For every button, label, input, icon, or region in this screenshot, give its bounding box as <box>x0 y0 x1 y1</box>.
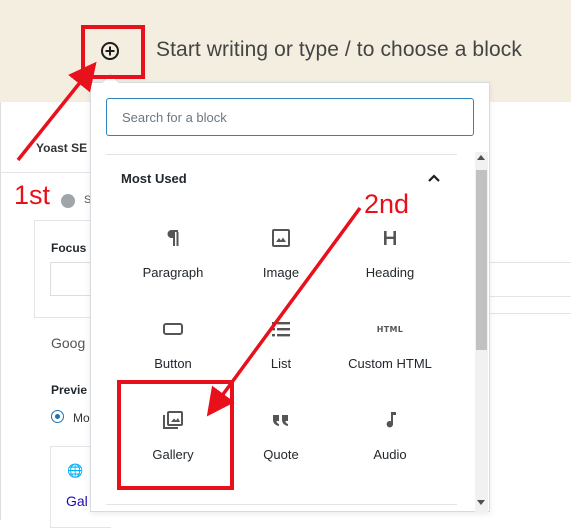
paragraph-icon <box>122 224 224 252</box>
block-label: Button <box>154 356 192 371</box>
google-preview-heading: Goog <box>51 335 86 351</box>
quote-icon <box>230 406 332 434</box>
chevron-up-icon[interactable] <box>424 170 444 186</box>
block-list[interactable]: List <box>230 315 332 399</box>
block-label: Paragraph <box>142 265 204 280</box>
image-icon <box>230 224 332 252</box>
block-heading[interactable]: Heading <box>339 224 441 308</box>
most-used-panel-title[interactable]: Most Used <box>121 171 187 186</box>
block-quote[interactable]: Quote <box>230 406 332 490</box>
divider <box>106 154 457 155</box>
mobile-radio-label: Mo <box>73 411 90 425</box>
block-search-input[interactable] <box>106 98 474 136</box>
block-label: List <box>270 356 292 371</box>
globe-icon: 🌐 <box>67 463 84 478</box>
block-audio[interactable]: Audio <box>339 406 441 490</box>
block-custom-html[interactable]: HTML Custom HTML <box>339 315 441 399</box>
divider <box>106 504 457 505</box>
scroll-up-arrow-icon[interactable] <box>477 155 485 160</box>
annotation-box-gallery <box>117 380 234 490</box>
annotation-label-first: 1st <box>14 180 51 210</box>
block-label: Image <box>262 265 300 280</box>
divider <box>0 172 100 173</box>
block-label: Quote <box>263 447 299 462</box>
mobile-radio[interactable] <box>51 410 64 423</box>
yoast-seo-label: Yoast SE <box>36 141 88 155</box>
preview-as-label: Previe <box>51 383 88 397</box>
snippet-title-link[interactable]: Gal <box>66 493 88 509</box>
scrollbar-thumb[interactable] <box>476 170 487 350</box>
button-icon <box>122 315 224 343</box>
audio-icon <box>339 406 441 434</box>
left-border <box>0 102 1 520</box>
editor-placeholder[interactable]: Start writing or type / to choose a bloc… <box>156 38 522 62</box>
html-icon: HTML <box>376 324 404 334</box>
annotation-box-inserter <box>81 25 145 79</box>
block-label: Custom HTML <box>348 356 432 371</box>
block-label: Heading <box>365 265 415 280</box>
block-paragraph[interactable]: Paragraph <box>122 224 224 308</box>
status-dot-icon <box>61 194 75 208</box>
list-icon <box>230 315 332 343</box>
heading-icon <box>339 224 441 252</box>
scroll-down-arrow-icon[interactable] <box>477 500 485 505</box>
block-label: Audio <box>373 447 407 462</box>
block-image[interactable]: Image <box>230 224 332 308</box>
annotation-label-second: 2nd <box>364 189 410 219</box>
